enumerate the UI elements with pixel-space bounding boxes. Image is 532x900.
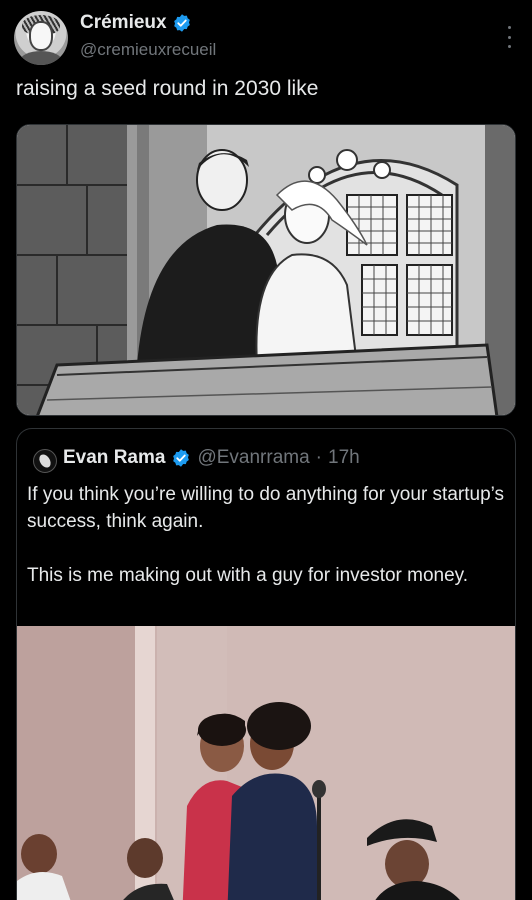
verified-badge-icon xyxy=(173,449,190,467)
author-handle[interactable]: @cremieuxrecueil xyxy=(80,40,216,60)
tweet-text: raising a seed round in 2030 like xyxy=(16,77,319,100)
quoted-author-handle[interactable]: @Evanrrama xyxy=(197,447,309,469)
author-avatar[interactable] xyxy=(14,11,68,65)
author-name-row: Crémieux xyxy=(80,12,192,34)
tweet-header: Crémieux @cremieuxrecueil xyxy=(0,0,532,72)
quoted-tweet-text: If you think you’re willing to do anythi… xyxy=(27,484,505,586)
more-options-icon[interactable] xyxy=(506,26,512,48)
quoted-author-display-name[interactable]: Evan Rama xyxy=(63,447,165,469)
author-display-name[interactable]: Crémieux xyxy=(80,12,167,34)
separator-dot: · xyxy=(315,447,322,468)
tweet-media-image[interactable] xyxy=(16,124,516,416)
quoted-tweet-card[interactable]: Evan Rama @Evanrrama · 17h If you think … xyxy=(16,428,516,900)
avatar-body xyxy=(20,51,62,65)
quoted-media-image[interactable] xyxy=(17,626,515,900)
verified-badge-icon xyxy=(173,14,190,32)
avatar-face xyxy=(29,21,53,51)
quoted-timestamp[interactable]: 17h xyxy=(328,447,360,469)
quoted-author-avatar[interactable] xyxy=(33,449,57,473)
manga-panel-illustration xyxy=(17,125,515,415)
quoted-author-row: Evan Rama @Evanrrama · 17h xyxy=(63,447,360,469)
event-photo xyxy=(17,626,515,900)
